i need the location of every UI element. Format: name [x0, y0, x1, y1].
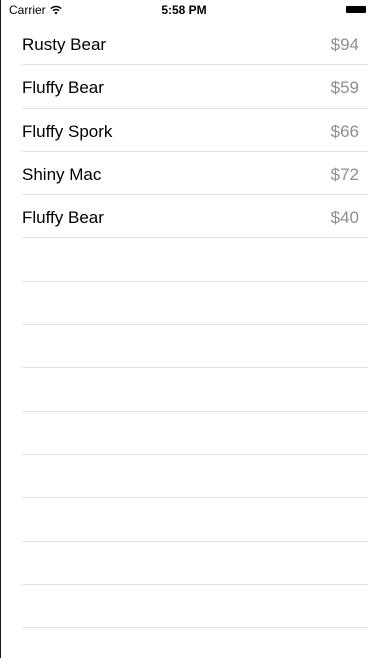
item-price: $94 — [330, 35, 359, 54]
item-name: Fluffy Bear — [22, 208, 104, 228]
empty-table-row — [0, 628, 368, 658]
table-row[interactable]: Fluffy Spork $66 — [0, 109, 368, 153]
table-row[interactable]: Shiny Mac $72 — [0, 152, 368, 196]
item-name: Fluffy Bear — [22, 78, 104, 98]
item-price: $59 — [330, 78, 359, 98]
status-time: 5:58 PM — [161, 3, 207, 17]
empty-table-row — [0, 542, 368, 586]
item-name: Shiny Mac — [22, 164, 102, 184]
empty-table-row — [0, 585, 368, 629]
empty-table-row — [0, 455, 368, 499]
table-row[interactable]: Fluffy Bear $59 — [0, 65, 368, 109]
battery-icon — [346, 6, 366, 13]
empty-table-row — [0, 325, 368, 369]
table-row[interactable]: Fluffy Bear $40 — [0, 195, 368, 239]
empty-table-row — [0, 282, 368, 326]
item-price: $72 — [330, 164, 359, 184]
item-price: $40 — [330, 208, 359, 228]
app-screen: Carrier 5:58 PM Rusty Bear $94 Fluffy Be… — [0, 0, 368, 658]
empty-table-row — [0, 238, 368, 283]
table-row[interactable]: Rusty Bear $94 — [0, 22, 368, 66]
items-table: Rusty Bear $94 Fluffy Bear $59 Fluffy Sp… — [0, 22, 368, 658]
item-price: $66 — [330, 121, 359, 141]
empty-table-row — [0, 368, 368, 412]
empty-table-row — [0, 498, 368, 542]
item-name: Fluffy Spork — [22, 121, 113, 141]
item-name: Rusty Bear — [22, 35, 107, 54]
status-bar: Carrier 5:58 PM — [0, 0, 368, 20]
empty-table-row — [0, 412, 368, 456]
